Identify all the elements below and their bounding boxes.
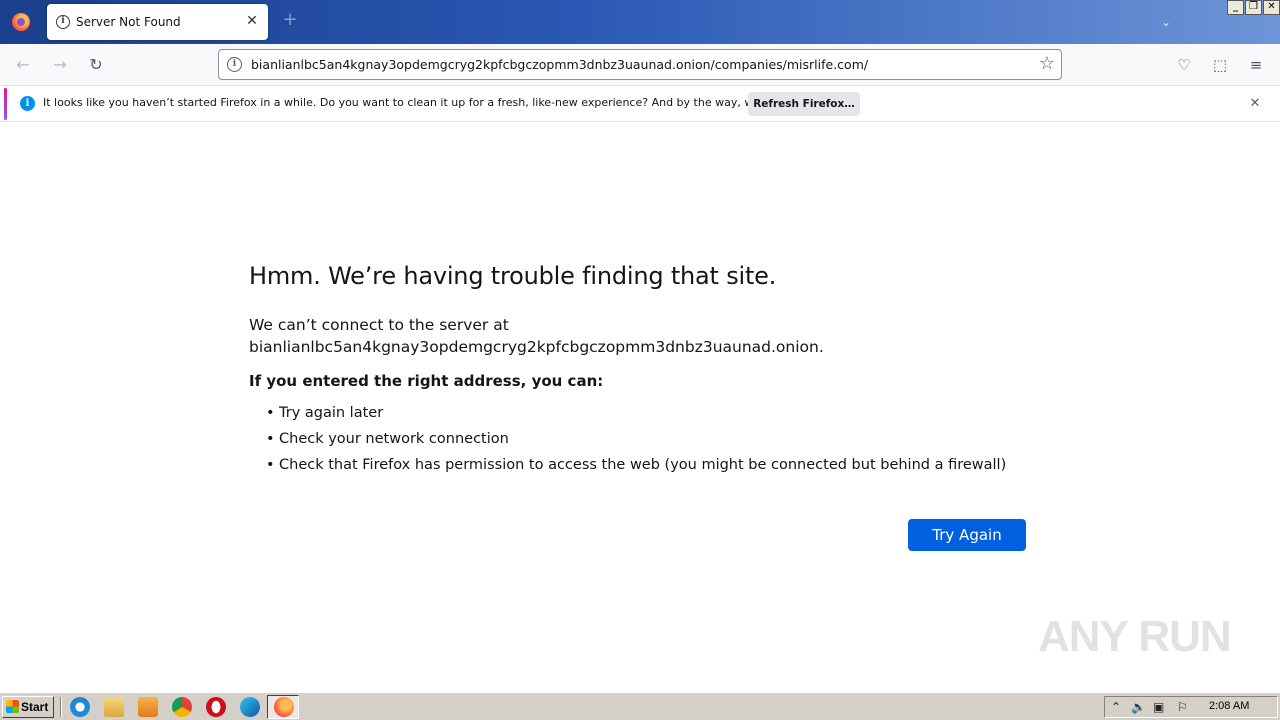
firefox-view-button[interactable] [0, 0, 41, 44]
error-subtitle: If you entered the right address, you ca… [249, 372, 604, 390]
watermark: ANY RUN [1038, 612, 1232, 661]
info-icon: i [20, 96, 35, 111]
navigation-toolbar: ← → ↻ i bianlianlbc5an4kgnay3opdemgcryg2… [0, 44, 1280, 86]
close-window-button[interactable]: ✕ [1263, 0, 1280, 15]
list-item: Try again later [249, 400, 1029, 426]
start-button[interactable]: Start [2, 696, 54, 718]
extensions-icon[interactable]: ⬚ [1208, 53, 1232, 77]
notification-bar: i It looks like you haven’t started Fire… [0, 86, 1280, 122]
taskbar-clock[interactable]: 2:08 AM [1209, 700, 1249, 712]
firefox-logo-icon [274, 697, 294, 717]
tab-server-not-found[interactable]: i Server Not Found ✕ [47, 4, 268, 40]
notification-accent [4, 88, 7, 120]
tab-title: Server Not Found [76, 15, 181, 29]
info-icon: i [56, 15, 70, 29]
list-item: Check that Firefox has permission to acc… [249, 452, 1029, 478]
system-tray: ⌃ 🔈 ▣ ⚐ 2:08 AM [1104, 696, 1278, 718]
start-label: Start [21, 700, 49, 714]
error-description-host: bianlianlbc5an4kgnay3opdemgcryg2kpfcbgcz… [249, 338, 824, 356]
site-info-icon[interactable]: i [227, 57, 242, 72]
close-icon[interactable]: ✕ [1246, 95, 1264, 113]
error-page: Hmm. We’re having trouble finding that s… [249, 262, 1029, 478]
error-description: We can’t connect to the server at bianli… [249, 314, 1029, 358]
firefox-logo-icon [11, 13, 30, 31]
bookmark-star-icon[interactable]: ☆ [1039, 53, 1055, 74]
hamburger-menu-icon[interactable]: ≡ [1244, 53, 1268, 77]
taskbar: Start ⌃ 🔈 ▣ ⚐ 2:08 AM [0, 692, 1280, 720]
edge-icon[interactable] [240, 697, 260, 717]
file-explorer-icon[interactable] [104, 697, 124, 717]
list-item: Check your network connection [249, 426, 1029, 452]
try-again-button[interactable]: Try Again [908, 519, 1026, 551]
window-controls: _ ❐ ✕ [1227, 0, 1280, 15]
url-text[interactable]: bianlianlbc5an4kgnay3opdemgcryg2kpfcbgcz… [251, 57, 868, 72]
back-arrow-icon[interactable]: ← [10, 52, 36, 78]
url-bar[interactable]: i bianlianlbc5an4kgnay3opdemgcryg2kpfcbg… [218, 49, 1062, 80]
title-bar: i Server Not Found ✕ + ⌄ _ ❐ ✕ [0, 0, 1280, 44]
forward-arrow-icon[interactable]: → [47, 52, 73, 78]
refresh-firefox-button[interactable]: Refresh Firefox… [748, 92, 860, 116]
action-center-flag-icon[interactable]: ⚐ [1177, 700, 1188, 714]
chrome-icon[interactable] [172, 697, 192, 717]
suggestion-list: Try again later Check your network conne… [249, 400, 1029, 478]
media-player-icon[interactable] [138, 697, 158, 717]
taskbar-divider [60, 697, 62, 717]
pocket-icon[interactable]: ♡ [1172, 53, 1196, 77]
reload-icon[interactable]: ↻ [83, 52, 109, 78]
error-description-line1: We can’t connect to the server at [249, 316, 509, 334]
windows-flag-icon [6, 700, 19, 713]
restore-button[interactable]: ❐ [1245, 0, 1262, 15]
volume-icon[interactable]: 🔈 [1131, 700, 1146, 714]
tab-close-icon[interactable]: ✕ [243, 12, 261, 30]
internet-explorer-icon[interactable] [70, 697, 90, 717]
list-all-tabs-chevron-icon[interactable]: ⌄ [1158, 14, 1174, 30]
network-icon[interactable]: ▣ [1153, 700, 1164, 714]
taskbar-firefox-active[interactable] [267, 695, 299, 719]
tray-expand-icon[interactable]: ⌃ [1111, 700, 1121, 714]
opera-icon[interactable] [206, 697, 226, 717]
new-tab-button[interactable]: + [280, 10, 300, 30]
minimize-button[interactable]: _ [1227, 0, 1244, 15]
error-title: Hmm. We’re having trouble finding that s… [249, 262, 777, 290]
notification-text: It looks like you haven’t started Firefo… [43, 96, 828, 109]
